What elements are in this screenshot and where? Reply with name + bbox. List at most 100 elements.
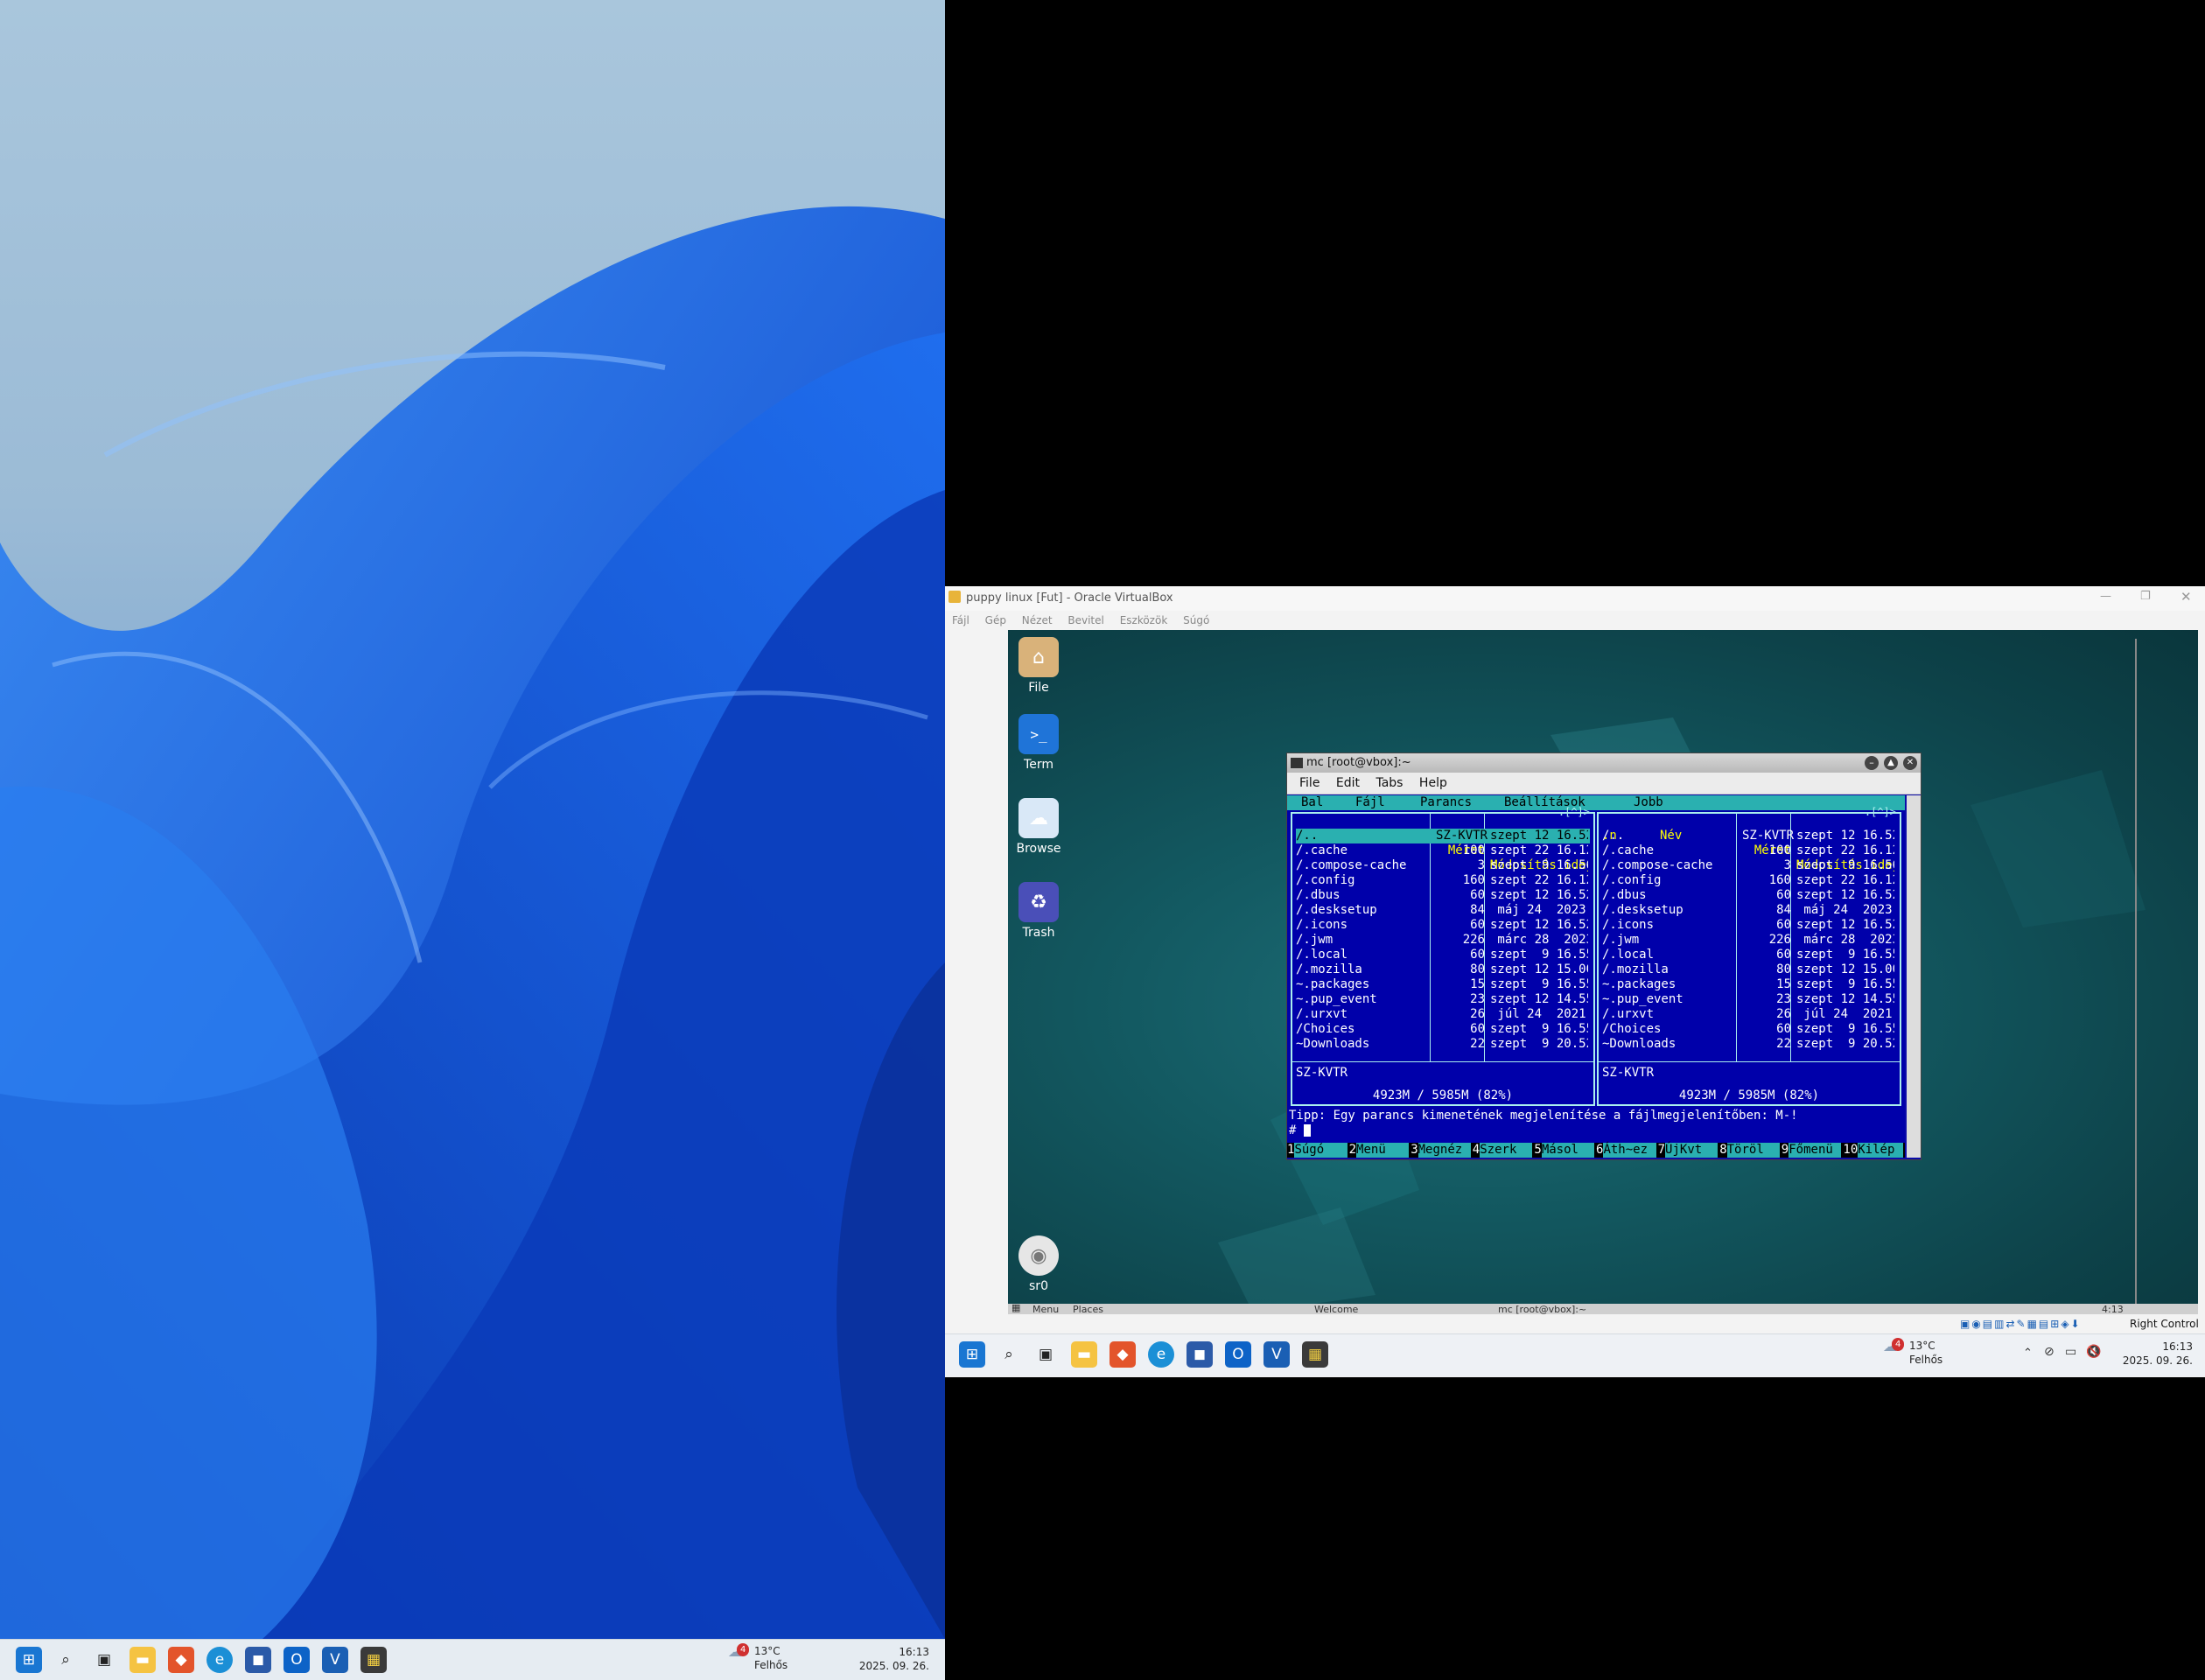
file-explorer-icon[interactable]: ▬ <box>1071 1341 1097 1368</box>
volume-muted-icon[interactable]: 🔇 <box>2086 1345 2101 1359</box>
file-row[interactable]: /.cache 100 szept 22 16.12 <box>1296 844 1590 858</box>
file-row[interactable]: /.dbus 60 szept 12 16.52 <box>1602 888 1896 903</box>
file-row[interactable]: ~.packages 15 szept 9 16.55 <box>1296 977 1590 992</box>
close-icon[interactable]: ✕ <box>1903 756 1917 770</box>
file-row[interactable]: /.mozilla 80 szept 12 15.00 <box>1296 962 1590 977</box>
guest-task-mc[interactable]: mc [root@vbox]:~ <box>1498 1304 1586 1314</box>
file-row[interactable]: /.icons 60 szept 12 16.52 <box>1602 918 1896 933</box>
file-row[interactable]: /Choices 60 szept 9 16.55 <box>1296 1022 1590 1037</box>
vbox-menu-machine[interactable]: Gép <box>985 614 1006 626</box>
search-icon[interactable]: ⌕ <box>52 1647 79 1673</box>
brave-browser-icon[interactable]: ◆ <box>168 1647 194 1673</box>
minimize-icon[interactable]: – <box>1865 756 1879 770</box>
weather-widget[interactable]: ☁ 4 13°C Felhős <box>1883 1338 1942 1366</box>
taskbar-clock[interactable]: 16:13 2025. 09. 26. <box>2105 1340 2193 1368</box>
close-icon[interactable]: ✕ <box>2180 589 2192 605</box>
vbox-menu-input[interactable]: Bevitel <box>1068 614 1103 626</box>
function-key[interactable]: 1Súgó <box>1287 1143 1349 1158</box>
grid-icon[interactable]: ▦ <box>1012 1304 1020 1313</box>
guest-display[interactable]: ⌂ File >_ Term ☁ Browse ♻ Trash ◉ sr0 mc… <box>1008 630 2198 1314</box>
terminal-scrollbar[interactable] <box>1907 795 1921 1158</box>
display-icon[interactable]: ▭ <box>2065 1345 2076 1359</box>
search-icon[interactable]: ⌕ <box>996 1341 1022 1368</box>
desktop-icon-trash[interactable]: ♻ Trash <box>1008 882 1069 940</box>
task-view-icon[interactable]: ▣ <box>1032 1341 1059 1368</box>
mc-command-line[interactable]: # <box>1289 1124 1311 1138</box>
file-row[interactable]: /.compose-cache 3 szept 9 16.56 <box>1602 858 1896 873</box>
windows-start-icon[interactable]: ⊞ <box>16 1647 42 1673</box>
store-icon[interactable]: ◼ <box>1186 1341 1213 1368</box>
file-row[interactable]: /.desksetup 84 máj 24 2023 <box>1296 903 1590 918</box>
desktop-icon-term[interactable]: >_ Term <box>1008 714 1069 772</box>
file-explorer-icon[interactable]: ▬ <box>130 1647 156 1673</box>
maximize-icon[interactable]: ▲ <box>1884 756 1898 770</box>
file-row[interactable]: /.urxvt 26 júl 24 2021 <box>1602 1007 1896 1022</box>
maximize-icon[interactable]: ❐ <box>2140 590 2151 603</box>
function-key[interactable]: 7ÚjKvt <box>1658 1143 1720 1158</box>
file-row[interactable]: /.icons 60 szept 12 16.52 <box>1296 918 1590 933</box>
function-key[interactable]: 9Főmenü <box>1782 1143 1844 1158</box>
task-view-icon[interactable]: ▣ <box>91 1647 117 1673</box>
function-key[interactable]: 4Szerk <box>1473 1143 1535 1158</box>
edge-browser-icon[interactable]: e <box>206 1647 233 1673</box>
mc-menu-right[interactable]: Jobb <box>1634 795 1663 810</box>
file-row[interactable]: /.config 160 szept 22 16.12 <box>1602 873 1896 888</box>
file-row[interactable]: /.jwm 226 márc 28 2023 <box>1602 933 1896 948</box>
mc-menu-file[interactable]: Fájl <box>1355 795 1385 810</box>
terminal-menu-file[interactable]: File <box>1299 776 1320 790</box>
file-row[interactable]: ~.pup_event 23 szept 12 14.55 <box>1602 992 1896 1007</box>
function-key[interactable]: 6Áth~ez <box>1596 1143 1658 1158</box>
guest-task-welcome[interactable]: Welcome <box>1314 1304 1358 1314</box>
network-icon[interactable]: ⊘ <box>2044 1345 2054 1359</box>
function-key[interactable]: 2Menü <box>1349 1143 1411 1158</box>
terminal-title-bar[interactable]: mc [root@vbox]:~ – ▲ ✕ <box>1287 753 1921 773</box>
file-row[interactable]: /.config 160 szept 22 16.12 <box>1296 873 1590 888</box>
file-row[interactable]: /.urxvt 26 júl 24 2021 <box>1296 1007 1590 1022</box>
mc-screen[interactable]: Bal Fájl Parancs Beállítások Jobb .[^]> … <box>1287 795 1905 1158</box>
file-row[interactable]: ~Downloads 22 szept 9 20.52 <box>1296 1037 1590 1052</box>
virtualbox-icon[interactable]: V <box>322 1647 348 1673</box>
file-row[interactable]: /.local 60 szept 9 16.55 <box>1602 948 1896 962</box>
mc-left-panel[interactable]: .[^]> .nNév Méret Módosítás idej /..SZ-K… <box>1291 806 1595 1106</box>
vbox-menu-help[interactable]: Súgó <box>1183 614 1209 626</box>
file-row[interactable]: /Choices 60 szept 9 16.55 <box>1602 1022 1896 1037</box>
file-row[interactable]: /.. SZ-KVTR szept 12 16.52 <box>1602 829 1896 844</box>
desktop-icon-file[interactable]: ⌂ File <box>1008 637 1069 695</box>
file-row[interactable]: ~.pup_event 23 szept 12 14.55 <box>1296 992 1590 1007</box>
desktop-icon-sr0[interactable]: ◉ sr0 <box>1008 1236 1069 1293</box>
brave-browser-icon[interactable]: ◆ <box>1110 1341 1136 1368</box>
app-icon[interactable]: ▦ <box>360 1647 387 1673</box>
edge-browser-icon[interactable]: e <box>1148 1341 1174 1368</box>
taskbar-clock[interactable]: 16:13 2025. 09. 26. <box>822 1645 929 1673</box>
file-row[interactable]: /.mozilla 80 szept 12 15.00 <box>1602 962 1896 977</box>
function-key[interactable]: 5Másol <box>1534 1143 1596 1158</box>
file-row[interactable]: /.jwm 226 márc 28 2023 <box>1296 933 1590 948</box>
function-key[interactable]: 3Megnéz <box>1410 1143 1473 1158</box>
vbox-menu-tools[interactable]: Eszközök <box>1120 614 1168 626</box>
terminal-menu-help[interactable]: Help <box>1419 776 1447 790</box>
file-row[interactable]: /.local 60 szept 9 16.55 <box>1296 948 1590 962</box>
terminal-window[interactable]: mc [root@vbox]:~ – ▲ ✕ File Edit Tabs He… <box>1286 752 1922 1160</box>
vbox-menu-file[interactable]: Fájl <box>952 614 970 626</box>
function-key[interactable]: 10Kilép <box>1843 1143 1905 1158</box>
file-row[interactable]: ~.packages 15 szept 9 16.55 <box>1602 977 1896 992</box>
windows-start-icon[interactable]: ⊞ <box>959 1341 985 1368</box>
weather-widget[interactable]: ☁ 4 13°C Felhős <box>728 1643 788 1671</box>
file-row[interactable]: /.dbus 60 szept 12 16.52 <box>1296 888 1590 903</box>
file-row[interactable]: /.compose-cache 3 szept 9 16.56 <box>1296 858 1590 873</box>
terminal-menu-edit[interactable]: Edit <box>1336 776 1360 790</box>
store-icon[interactable]: ◼ <box>245 1647 271 1673</box>
terminal-menu-tabs[interactable]: Tabs <box>1376 776 1403 790</box>
file-row[interactable]: /.cache 100 szept 22 16.12 <box>1602 844 1896 858</box>
virtualbox-icon[interactable]: V <box>1264 1341 1290 1368</box>
desktop-icon-browse[interactable]: ☁ Browse <box>1008 798 1069 856</box>
outlook-icon[interactable]: O <box>284 1647 310 1673</box>
outlook-icon[interactable]: O <box>1225 1341 1251 1368</box>
file-row[interactable]: ~Downloads 22 szept 9 20.52 <box>1602 1037 1896 1052</box>
mc-menu-command[interactable]: Parancs <box>1420 795 1472 810</box>
function-key[interactable]: 8Töröl <box>1719 1143 1782 1158</box>
mc-right-panel[interactable]: .[^]> .n Név Méret Módosítás idej /.. SZ-K… <box>1597 806 1901 1106</box>
vbox-scrollbar[interactable] <box>2135 639 2137 1304</box>
guest-places-button[interactable]: Places <box>1073 1304 1103 1314</box>
mc-menu-left[interactable]: Bal <box>1301 795 1323 810</box>
